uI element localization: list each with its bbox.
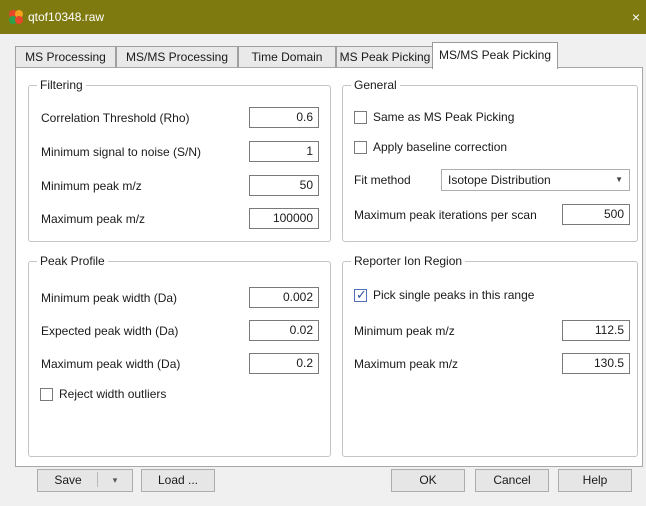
max-iterations-label: Maximum peak iterations per scan	[354, 208, 537, 222]
help-button[interactable]: Help	[558, 469, 632, 492]
baseline-correction-label[interactable]: Apply baseline correction	[373, 139, 507, 155]
save-split-button: Save ▾	[37, 469, 133, 492]
max-peak-width-label: Maximum peak width (Da)	[41, 357, 181, 371]
save-button[interactable]: Save	[37, 472, 99, 488]
app-icon	[9, 10, 23, 24]
correlation-threshold-input[interactable]: 0.6	[249, 107, 319, 128]
dialog-body: MS Processing MS/MS Processing Time Doma…	[0, 34, 646, 506]
general-group-title: General	[351, 78, 400, 92]
reporter-min-mz-input[interactable]: 112.5	[562, 320, 630, 341]
reporter-ion-group: Reporter Ion Region ✓ Pick single peaks …	[342, 254, 638, 457]
filtering-group: Filtering Correlation Threshold (Rho) 0.…	[28, 78, 331, 242]
reporter-min-mz-label: Minimum peak m/z	[354, 324, 455, 338]
chevron-down-icon: ▼	[615, 175, 623, 184]
pick-single-peaks-label[interactable]: Pick single peaks in this range	[373, 287, 534, 303]
general-group: General Same as MS Peak Picking Apply ba…	[342, 78, 638, 242]
peak-profile-group: Peak Profile Minimum peak width (Da) 0.0…	[28, 254, 331, 457]
fit-method-label: Fit method	[354, 173, 411, 187]
fit-method-select[interactable]: Isotope Distribution ▼	[441, 169, 630, 191]
filtering-group-title: Filtering	[37, 78, 86, 92]
baseline-correction-checkbox[interactable]	[354, 141, 367, 154]
tab-msms-peak-picking[interactable]: MS/MS Peak Picking	[432, 42, 558, 69]
expected-peak-width-input[interactable]: 0.02	[249, 320, 319, 341]
ok-button[interactable]: OK	[391, 469, 465, 492]
window-titlebar: qtof10348.raw ×	[0, 0, 646, 34]
reject-outliers-checkbox[interactable]	[40, 388, 53, 401]
save-divider	[97, 472, 98, 487]
correlation-threshold-label: Correlation Threshold (Rho)	[41, 111, 190, 125]
cancel-button[interactable]: Cancel	[475, 469, 549, 492]
checkmark-icon: ✓	[356, 287, 367, 302]
reject-outliers-label[interactable]: Reject width outliers	[59, 386, 166, 402]
tab-msms-processing[interactable]: MS/MS Processing	[116, 46, 238, 68]
peak-profile-group-title: Peak Profile	[37, 254, 108, 268]
tab-time-domain[interactable]: Time Domain	[238, 46, 336, 68]
expected-peak-width-label: Expected peak width (Da)	[41, 324, 179, 338]
min-signal-noise-input[interactable]: 1	[249, 141, 319, 162]
save-dropdown-icon[interactable]: ▾	[99, 472, 131, 488]
same-as-ms-label[interactable]: Same as MS Peak Picking	[373, 109, 514, 125]
fit-method-value: Isotope Distribution	[448, 173, 551, 187]
reporter-max-mz-label: Maximum peak m/z	[354, 357, 459, 371]
max-iterations-input[interactable]: 500	[562, 204, 630, 225]
same-as-ms-checkbox[interactable]	[354, 111, 367, 124]
tab-ms-peak-picking[interactable]: MS Peak Picking	[336, 46, 434, 68]
tab-ms-processing[interactable]: MS Processing	[15, 46, 116, 68]
window-title: qtof10348.raw	[28, 10, 105, 24]
load-button[interactable]: Load ...	[141, 469, 215, 492]
reporter-max-mz-input[interactable]: 130.5	[562, 353, 630, 374]
min-peak-width-input[interactable]: 0.002	[249, 287, 319, 308]
max-peak-width-input[interactable]: 0.2	[249, 353, 319, 374]
tab-panel-msms-peak-picking: Filtering Correlation Threshold (Rho) 0.…	[15, 67, 643, 467]
reporter-ion-group-title: Reporter Ion Region	[351, 254, 466, 268]
close-icon[interactable]: ×	[626, 0, 646, 34]
min-peak-mz-input[interactable]: 50	[249, 175, 319, 196]
max-peak-mz-label: Maximum peak m/z	[41, 212, 146, 226]
max-peak-mz-input[interactable]: 100000	[249, 208, 319, 229]
min-signal-noise-label: Minimum signal to noise (S/N)	[41, 145, 202, 159]
min-peak-mz-label: Minimum peak m/z	[41, 179, 142, 193]
pick-single-peaks-checkbox[interactable]: ✓	[354, 287, 367, 302]
min-peak-width-label: Minimum peak width (Da)	[41, 291, 178, 305]
